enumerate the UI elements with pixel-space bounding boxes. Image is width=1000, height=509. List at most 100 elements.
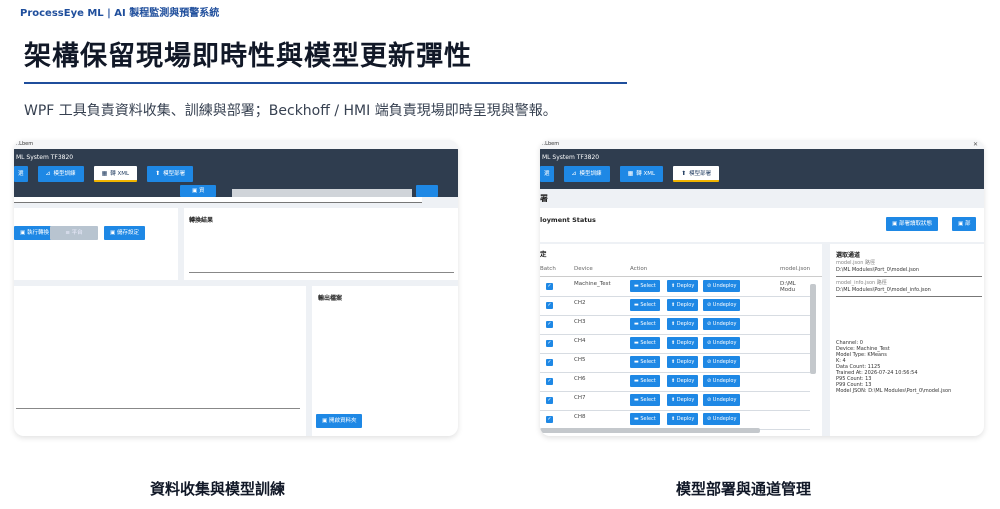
tab-bar: 選 ⊿ 模型訓練 ▦ 轉 XML ⬆ 模型部署: [14, 166, 194, 184]
select-button[interactable]: ▬ Select: [630, 280, 660, 292]
brand-label: ProcessEye ML | AI 製程監測與預警系統: [20, 8, 220, 19]
title-divider: [24, 82, 627, 84]
grid-icon: ▦: [101, 170, 108, 177]
select-button[interactable]: ▬ Select: [630, 394, 660, 406]
output-file-panel: 輸出檔案 ▣ 開啟資料夾: [312, 286, 458, 436]
device-cell: CH4: [574, 338, 586, 344]
undeploy-button[interactable]: ⊘ Undeploy: [703, 280, 741, 292]
undeploy-button[interactable]: ⊘ Undeploy: [703, 299, 741, 311]
app-header: ML System TF3820 選 ⊿ 模型訓練 ▦ 轉 XML ⬆ 模型部署 ▣ …: [14, 149, 458, 197]
device-cell: CH2: [574, 300, 586, 306]
window-titlebar: ..Lbem ✕: [540, 140, 984, 149]
chart-icon: ⊿: [571, 170, 577, 177]
system-name: ML System TF3820: [16, 154, 74, 161]
checkbox[interactable]: ✓: [546, 321, 553, 328]
deploy-button[interactable]: ⬆ Deploy: [667, 299, 699, 311]
tab-deploy[interactable]: ⬆ 模型部署: [673, 166, 720, 182]
table-row: ✓ CH7 ▬ Select ⬆ Deploy ⊘ Undeploy: [540, 392, 810, 411]
deploy-status-label: loyment Status: [540, 216, 596, 224]
more-button[interactable]: ▣ 部: [952, 217, 977, 231]
chart-icon: ⊿: [45, 170, 51, 177]
select-button[interactable]: ▬ Select: [630, 337, 660, 349]
col-batch: Batch: [540, 266, 556, 272]
undeploy-button[interactable]: ⊘ Undeploy: [703, 394, 741, 406]
checkbox[interactable]: ✓: [546, 359, 553, 366]
convert-button[interactable]: ▣ 執行轉換: [14, 226, 55, 240]
deploy-button[interactable]: ⬆ Deploy: [667, 413, 699, 425]
platform-button[interactable]: ≡ 平台: [50, 226, 98, 240]
table-row: ✓ CH4 ▬ Select ⬆ Deploy ⊘ Undeploy: [540, 335, 810, 354]
upload-icon: ⬆: [681, 170, 687, 177]
tab-deploy[interactable]: ⬆ 模型部署: [147, 166, 194, 182]
deploy-button[interactable]: ⬆ Deploy: [667, 375, 699, 387]
checkbox[interactable]: ✓: [546, 340, 553, 347]
path-field[interactable]: [232, 189, 412, 197]
device-cell: CH5: [574, 357, 586, 363]
col-device: Device: [574, 266, 593, 272]
convert-controls-panel: ▣ 執行轉換 ≡ 平台 ▣ 儲存設定: [14, 208, 178, 280]
checkbox[interactable]: ✓: [546, 378, 553, 385]
deploy-status-bar: loyment Status ▣ 部署讀取狀態 ▣ 部: [540, 208, 984, 242]
read-status-button[interactable]: ▣ 部署讀取狀態: [886, 217, 938, 231]
select-button[interactable]: ▬ Select: [630, 375, 660, 387]
device-cell: CH6: [574, 376, 586, 382]
screenshot-training: ..Lbem ML System TF3820 選 ⊿ 模型訓練 ▦ 轉 XML ⬆…: [14, 140, 458, 436]
undeploy-button[interactable]: ⊘ Undeploy: [703, 356, 741, 368]
checkbox[interactable]: ✓: [546, 416, 553, 423]
horizontal-scrollbar[interactable]: [540, 428, 760, 433]
device-cell: CH3: [574, 319, 586, 325]
table-row: ✓ CH2 ▬ Select ⬆ Deploy ⊘ Undeploy: [540, 297, 810, 316]
device-cell: CH7: [574, 395, 586, 401]
model-info-text: Channel: 0 Device: Machine_Test Model Type…: [836, 340, 951, 394]
deploy-button[interactable]: ⬆ Deploy: [667, 318, 699, 330]
channel-table: 定 Batch Device Action model.json ✓ Machin…: [540, 244, 822, 436]
system-name: ML System TF3820: [542, 154, 600, 161]
col-action: Action: [630, 266, 648, 272]
channel-detail-panel: 選取通道 model.json 路徑 D:\ML Modules\Port_0\…: [830, 244, 984, 436]
close-icon[interactable]: ✕: [973, 140, 978, 149]
window-title: ..Lbem: [542, 141, 560, 147]
vertical-scrollbar[interactable]: [810, 284, 816, 374]
device-cell: Machine_Test: [574, 281, 611, 287]
device-cell: CH8: [574, 414, 586, 420]
col-model-json: model.json: [780, 266, 811, 272]
select-button[interactable]: ▬ Select: [630, 356, 660, 368]
deploy-button[interactable]: ⬆ Deploy: [667, 356, 699, 368]
model-json-field[interactable]: D:\ML Modules\Port_0\model.json: [836, 267, 982, 277]
table-header-row: Batch Device Action model.json: [540, 262, 822, 277]
tab-select[interactable]: 選: [14, 166, 28, 182]
path-input-underline: [14, 197, 422, 203]
deploy-button[interactable]: ⬆ Deploy: [667, 337, 699, 349]
caption-training: 資料收集與模型訓練: [150, 480, 286, 498]
deploy-button[interactable]: ⬆ Deploy: [667, 394, 699, 406]
convert-result-panel: 轉換結果: [184, 208, 458, 280]
top-action-button[interactable]: ▣ 資: [180, 185, 217, 197]
table-row: ✓ CH3 ▬ Select ⬆ Deploy ⊘ Undeploy: [540, 316, 810, 335]
undeploy-button[interactable]: ⊘ Undeploy: [703, 413, 741, 425]
tab-train[interactable]: ⊿ 模型訓練: [37, 166, 84, 182]
undeploy-button[interactable]: ⊘ Undeploy: [703, 375, 741, 387]
tab-train[interactable]: ⊿ 模型訓練: [563, 166, 610, 182]
table-row: ✓ CH5 ▬ Select ⬆ Deploy ⊘ Undeploy: [540, 354, 810, 373]
checkbox[interactable]: ✓: [546, 397, 553, 404]
select-button[interactable]: ▬ Select: [630, 413, 660, 425]
select-button[interactable]: ▬ Select: [630, 318, 660, 330]
undeploy-button[interactable]: ⊘ Undeploy: [703, 318, 741, 330]
model-path-cell: D:\ML Modu: [780, 281, 796, 293]
upload-icon: ⬆: [155, 170, 161, 177]
tab-select[interactable]: 選: [540, 166, 554, 182]
select-button[interactable]: ▬ Select: [630, 299, 660, 311]
checkbox[interactable]: ✓: [546, 302, 553, 309]
browse-button[interactable]: [416, 185, 438, 197]
model-json-label: model.json 路徑: [836, 260, 875, 266]
tab-xml[interactable]: ▦ 轉 XML: [93, 166, 138, 182]
save-settings-button[interactable]: ▣ 儲存設定: [104, 226, 145, 240]
tab-xml[interactable]: ▦ 轉 XML: [619, 166, 664, 182]
open-folder-button[interactable]: ▣ 開啟資料夾: [316, 414, 363, 428]
result-underline: [189, 272, 454, 273]
deploy-button[interactable]: ⬆ Deploy: [667, 280, 699, 292]
model-info-field[interactable]: D:\ML Modules\Port_0\model_info.json: [836, 287, 982, 297]
log-underline: [16, 408, 300, 409]
undeploy-button[interactable]: ⊘ Undeploy: [703, 337, 741, 349]
checkbox[interactable]: ✓: [546, 283, 553, 290]
